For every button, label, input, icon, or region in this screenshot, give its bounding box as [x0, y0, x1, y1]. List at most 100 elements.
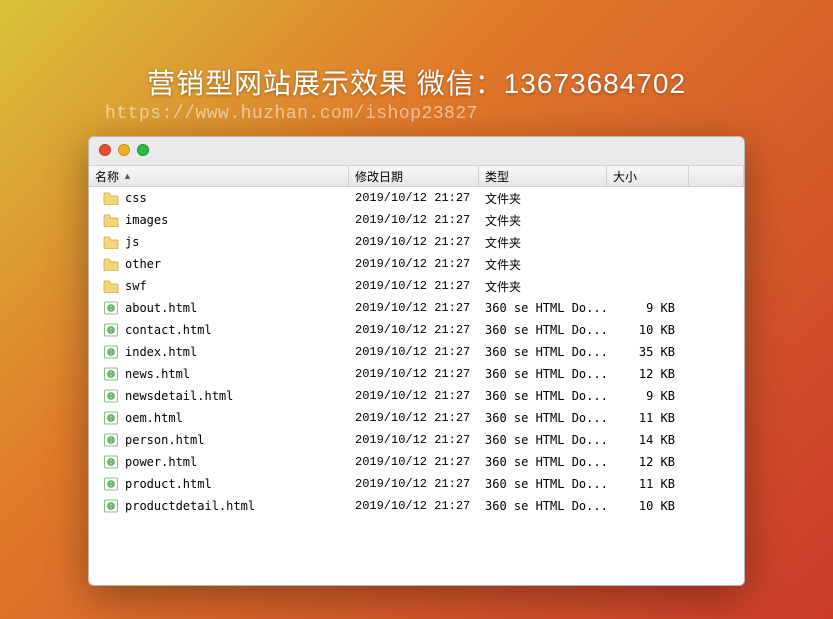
table-row[interactable]: product.html 2019/10/12 21:27360 se HTML …: [89, 473, 744, 495]
file-size-cell: 9 KB: [607, 389, 689, 403]
table-row[interactable]: swf 2019/10/12 21:27文件夹: [89, 275, 744, 297]
file-type-cell: 360 se HTML Do...: [479, 411, 607, 425]
column-header-name[interactable]: 名称 ▲: [89, 166, 349, 187]
file-date-cell: 2019/10/12 21:27: [349, 345, 479, 359]
column-header-row: 名称 ▲ 修改日期 类型 大小: [89, 165, 744, 187]
table-row[interactable]: person.html2019/10/12 21:27360 se HTML D…: [89, 429, 744, 451]
table-row[interactable]: index.html2019/10/12 21:27360 se HTML Do…: [89, 341, 744, 363]
file-type-cell: 360 se HTML Do...: [479, 433, 607, 447]
file-name-cell: index.html: [89, 345, 349, 359]
file-name-cell: newsdetail.html: [89, 389, 349, 403]
file-name-label: product.html: [125, 477, 212, 491]
html-file-icon: [103, 323, 119, 337]
file-name-label: person.html: [125, 433, 204, 447]
column-header-size-label: 大小: [613, 168, 637, 185]
file-name-cell: product.html: [89, 477, 349, 491]
file-size-cell: 12 KB: [607, 455, 689, 469]
column-header-name-label: 名称: [95, 168, 119, 185]
file-date-cell: 2019/10/12 21:27: [349, 477, 479, 491]
file-type-cell: 360 se HTML Do...: [479, 477, 607, 491]
file-type-cell: 文件夹: [479, 190, 607, 207]
folder-icon: [103, 257, 119, 271]
file-name-cell: news.html: [89, 367, 349, 381]
table-row[interactable]: newsdetail.html2019/10/12 21:27360 se HT…: [89, 385, 744, 407]
table-row[interactable]: oem.html2019/10/12 21:27360 se HTML Do..…: [89, 407, 744, 429]
page-url: https://www.huzhan.com/ishop23827: [105, 104, 478, 124]
file-type-cell: 360 se HTML Do...: [479, 301, 607, 315]
file-type-cell: 360 se HTML Do...: [479, 367, 607, 381]
table-row[interactable]: contact.html2019/10/12 21:27360 se HTML …: [89, 319, 744, 341]
file-type-cell: 文件夹: [479, 212, 607, 229]
file-size-cell: 14 KB: [607, 433, 689, 447]
sort-asc-icon: ▲: [123, 171, 132, 181]
table-row[interactable]: news.html2019/10/12 21:27360 se HTML Do.…: [89, 363, 744, 385]
file-name-label: swf: [125, 279, 147, 293]
table-row[interactable]: css2019/10/12 21:27文件夹: [89, 187, 744, 209]
file-date-cell: 2019/10/12 21:27: [349, 455, 479, 469]
folder-icon: [103, 213, 119, 227]
file-name-label: newsdetail.html: [125, 389, 233, 403]
column-header-date[interactable]: 修改日期: [349, 166, 479, 187]
html-file-icon: [103, 345, 119, 359]
file-name-label: images: [125, 213, 168, 227]
folder-icon: [103, 235, 119, 249]
file-name-label: about.html: [125, 301, 197, 315]
table-row[interactable]: productdetail.html2019/10/12 21:27360 se…: [89, 495, 744, 517]
file-date-cell: 2019/10/12 21:27: [349, 499, 479, 513]
file-name-cell: other: [89, 257, 349, 271]
column-header-date-label: 修改日期: [355, 168, 403, 185]
table-row[interactable]: power.html 2019/10/12 21:27360 se HTML Do…: [89, 451, 744, 473]
file-name-cell: person.html: [89, 433, 349, 447]
column-header-size[interactable]: 大小: [607, 166, 689, 187]
file-date-cell: 2019/10/12 21:27: [349, 235, 479, 249]
file-date-cell: 2019/10/12 21:27: [349, 411, 479, 425]
file-date-cell: 2019/10/12 21:27: [349, 279, 479, 293]
file-size-cell: 11 KB: [607, 477, 689, 491]
file-name-cell: contact.html: [89, 323, 349, 337]
file-size-cell: 10 KB: [607, 323, 689, 337]
file-type-cell: 文件夹: [479, 278, 607, 295]
file-name-label: news.html: [125, 367, 190, 381]
file-list: css2019/10/12 21:27文件夹images2019/10/12 2…: [89, 187, 744, 585]
file-name-cell: images: [89, 213, 349, 227]
column-header-type-label: 类型: [485, 168, 509, 185]
file-size-cell: 12 KB: [607, 367, 689, 381]
folder-icon: [103, 191, 119, 205]
table-row[interactable]: about.html 2019/10/12 21:27360 se HTML Do…: [89, 297, 744, 319]
html-file-icon: [103, 477, 119, 491]
file-type-cell: 360 se HTML Do...: [479, 499, 607, 513]
file-name-cell: productdetail.html: [89, 499, 349, 513]
file-size-cell: 9 KB: [607, 301, 689, 315]
file-size-cell: 35 KB: [607, 345, 689, 359]
page-heading: 营销型网站展示效果 微信：13673684702: [0, 62, 833, 102]
maximize-icon[interactable]: [137, 144, 149, 156]
minimize-icon[interactable]: [118, 144, 130, 156]
file-type-cell: 360 se HTML Do...: [479, 345, 607, 359]
table-row[interactable]: other2019/10/12 21:27文件夹: [89, 253, 744, 275]
file-name-cell: oem.html: [89, 411, 349, 425]
window-titlebar[interactable]: [89, 137, 744, 165]
file-size-cell: 10 KB: [607, 499, 689, 513]
column-header-type[interactable]: 类型: [479, 166, 607, 187]
file-name-label: js: [125, 235, 139, 249]
file-name-cell: js: [89, 235, 349, 249]
html-file-icon: [103, 389, 119, 403]
html-file-icon: [103, 499, 119, 513]
file-type-cell: 360 se HTML Do...: [479, 455, 607, 469]
html-file-icon: [103, 411, 119, 425]
file-browser-window: 名称 ▲ 修改日期 类型 大小 css2019/10/12 21:27文件夹im…: [88, 136, 745, 586]
file-name-cell: css: [89, 191, 349, 205]
html-file-icon: [103, 367, 119, 381]
file-date-cell: 2019/10/12 21:27: [349, 191, 479, 205]
file-name-label: power.html: [125, 455, 197, 469]
table-row[interactable]: images2019/10/12 21:27文件夹: [89, 209, 744, 231]
file-name-cell: swf: [89, 279, 349, 293]
close-icon[interactable]: [99, 144, 111, 156]
file-name-label: other: [125, 257, 161, 271]
file-date-cell: 2019/10/12 21:27: [349, 301, 479, 315]
table-row[interactable]: js2019/10/12 21:27文件夹: [89, 231, 744, 253]
file-name-label: contact.html: [125, 323, 212, 337]
file-name-cell: about.html: [89, 301, 349, 315]
folder-icon: [103, 279, 119, 293]
html-file-icon: [103, 433, 119, 447]
